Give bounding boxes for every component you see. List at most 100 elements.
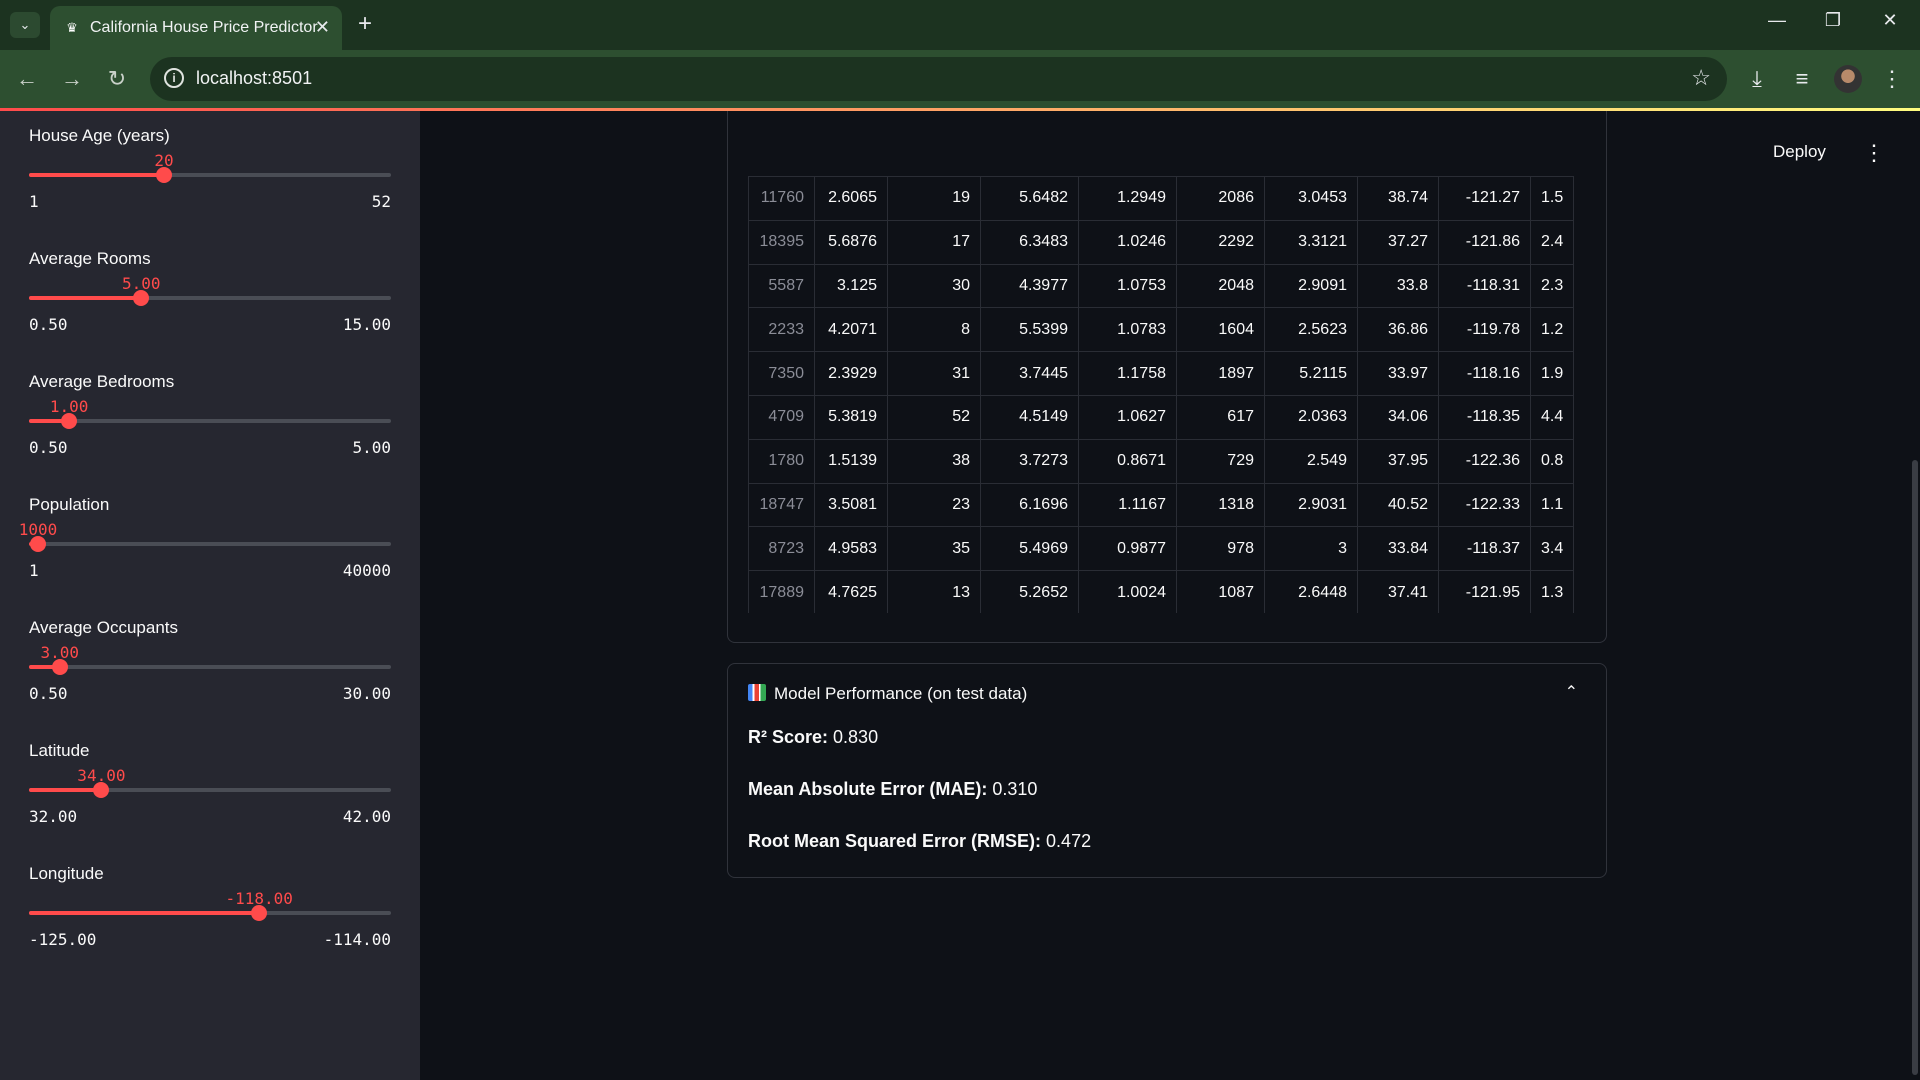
slider-latitude[interactable]: Latitude 34.00 32.00 42.00: [29, 741, 391, 851]
url-text[interactable]: localhost:8501: [196, 68, 312, 89]
table-cell[interactable]: 52: [887, 394, 981, 440]
table-cell[interactable]: 33.8: [1357, 263, 1439, 309]
slider-thumb[interactable]: [30, 536, 47, 552]
slider-track[interactable]: [29, 782, 391, 798]
new-tab-icon[interactable]: +: [352, 10, 378, 38]
row-index[interactable]: 5587: [748, 263, 815, 309]
table-cell[interactable]: 36.86: [1357, 307, 1439, 353]
table-cell[interactable]: 8: [887, 307, 981, 353]
table-cell[interactable]: 5.6482: [980, 176, 1079, 221]
table-cell[interactable]: 1.2949: [1078, 176, 1177, 221]
table-cell[interactable]: -122.36: [1438, 438, 1531, 484]
table-cell[interactable]: 5.5399: [980, 307, 1079, 353]
table-cell[interactable]: 3: [1264, 526, 1358, 572]
slider-track[interactable]: [29, 290, 391, 306]
reload-icon[interactable]: ↻: [102, 64, 132, 94]
table-cell[interactable]: 5.6876: [814, 219, 888, 265]
table-cell[interactable]: 1.0024: [1078, 570, 1177, 613]
table-cell[interactable]: 1318: [1176, 482, 1265, 528]
row-index[interactable]: 11760: [748, 176, 815, 221]
table-cell[interactable]: 3.0453: [1264, 176, 1358, 221]
table-cell[interactable]: 34.06: [1357, 394, 1439, 440]
browser-tab[interactable]: ♛ California House Price Predictor ✕: [50, 6, 342, 50]
table-cell[interactable]: 19: [887, 176, 981, 221]
table-cell[interactable]: 1604: [1176, 307, 1265, 353]
table-cell[interactable]: 3.7445: [980, 351, 1079, 396]
row-index[interactable]: 18395: [748, 219, 815, 265]
table-cell[interactable]: 3.7273: [980, 438, 1079, 484]
table-cell[interactable]: -118.31: [1438, 263, 1531, 309]
table-cell[interactable]: 23: [887, 482, 981, 528]
site-info-icon[interactable]: i: [164, 68, 184, 88]
back-icon[interactable]: ←: [12, 64, 42, 94]
table-cell[interactable]: 40.52: [1357, 482, 1439, 528]
table-cell[interactable]: 2.4: [1529, 219, 1575, 265]
slider-thumb[interactable]: [93, 782, 110, 798]
table-cell[interactable]: 1.0627: [1078, 394, 1177, 440]
table-cell[interactable]: -118.35: [1438, 394, 1531, 440]
close-window-icon[interactable]: ✕: [1875, 10, 1905, 31]
table-cell[interactable]: 2.6448: [1264, 570, 1358, 613]
forward-icon[interactable]: →: [57, 64, 87, 94]
deploy-button[interactable]: Deploy: [1773, 142, 1826, 162]
table-cell[interactable]: 4.3977: [980, 263, 1079, 309]
table-cell[interactable]: 1087: [1176, 570, 1265, 613]
table-cell[interactable]: 35: [887, 526, 981, 572]
profile-avatar[interactable]: [1834, 65, 1862, 93]
table-cell[interactable]: 1.2: [1529, 307, 1575, 353]
table-cell[interactable]: 2.0363: [1264, 394, 1358, 440]
slider-thumb[interactable]: [156, 167, 173, 183]
table-cell[interactable]: 2.5623: [1264, 307, 1358, 353]
table-cell[interactable]: -121.86: [1438, 219, 1531, 265]
table-cell[interactable]: 17: [887, 219, 981, 265]
table-cell[interactable]: 1.0246: [1078, 219, 1177, 265]
table-cell[interactable]: -118.37: [1438, 526, 1531, 572]
table-cell[interactable]: 4.9583: [814, 526, 888, 572]
tab-search-icon[interactable]: ⌄: [10, 12, 40, 38]
restore-icon[interactable]: ❐: [1818, 10, 1848, 31]
table-cell[interactable]: 3.3121: [1264, 219, 1358, 265]
close-tab-icon[interactable]: ✕: [315, 17, 330, 37]
table-cell[interactable]: 37.95: [1357, 438, 1439, 484]
table-cell[interactable]: 37.27: [1357, 219, 1439, 265]
slider-track[interactable]: [29, 905, 391, 921]
table-cell[interactable]: 37.41: [1357, 570, 1439, 613]
table-cell[interactable]: 2.3: [1529, 263, 1575, 309]
table-cell[interactable]: 2.9091: [1264, 263, 1358, 309]
slider-thumb[interactable]: [133, 290, 150, 306]
table-cell[interactable]: 1.1: [1529, 482, 1575, 528]
table-cell[interactable]: 1.1167: [1078, 482, 1177, 528]
table-cell[interactable]: 3.125: [814, 263, 888, 309]
slider-average-bedrooms[interactable]: Average Bedrooms 1.00 0.50 5.00: [29, 372, 391, 482]
row-index[interactable]: 17889: [748, 570, 815, 613]
table-cell[interactable]: 0.9877: [1078, 526, 1177, 572]
table-cell[interactable]: 2.3929: [814, 351, 888, 396]
table-cell[interactable]: 0.8: [1529, 438, 1575, 484]
table-cell[interactable]: 1897: [1176, 351, 1265, 396]
media-control-icon[interactable]: ≡: [1787, 64, 1817, 94]
table-cell[interactable]: 2292: [1176, 219, 1265, 265]
table-cell[interactable]: 2.6065: [814, 176, 888, 221]
bookmark-star-icon[interactable]: ☆: [1691, 65, 1711, 91]
table-cell[interactable]: 33.97: [1357, 351, 1439, 396]
table-cell[interactable]: 5.2115: [1264, 351, 1358, 396]
table-cell[interactable]: -121.95: [1438, 570, 1531, 613]
table-cell[interactable]: 2.549: [1264, 438, 1358, 484]
main-scrollbar[interactable]: [1912, 460, 1918, 1075]
table-cell[interactable]: 0.8671: [1078, 438, 1177, 484]
row-index[interactable]: 4709: [748, 394, 815, 440]
table-cell[interactable]: 1.0753: [1078, 263, 1177, 309]
table-cell[interactable]: 1.1758: [1078, 351, 1177, 396]
download-icon[interactable]: ⤓: [1742, 64, 1772, 94]
table-cell[interactable]: 1.5: [1529, 176, 1575, 221]
slider-longitude[interactable]: Longitude -118.00 -125.00 -114.00: [29, 864, 391, 974]
table-cell[interactable]: 4.7625: [814, 570, 888, 613]
table-cell[interactable]: 1.3: [1529, 570, 1575, 613]
table-cell[interactable]: 6.3483: [980, 219, 1079, 265]
slider-population[interactable]: Population 1000 1 40000: [19, 495, 391, 605]
table-cell[interactable]: 2.9031: [1264, 482, 1358, 528]
slider-thumb[interactable]: [61, 413, 78, 429]
table-cell[interactable]: 38.74: [1357, 176, 1439, 221]
table-cell[interactable]: 2086: [1176, 176, 1265, 221]
minimize-icon[interactable]: —: [1762, 10, 1792, 31]
